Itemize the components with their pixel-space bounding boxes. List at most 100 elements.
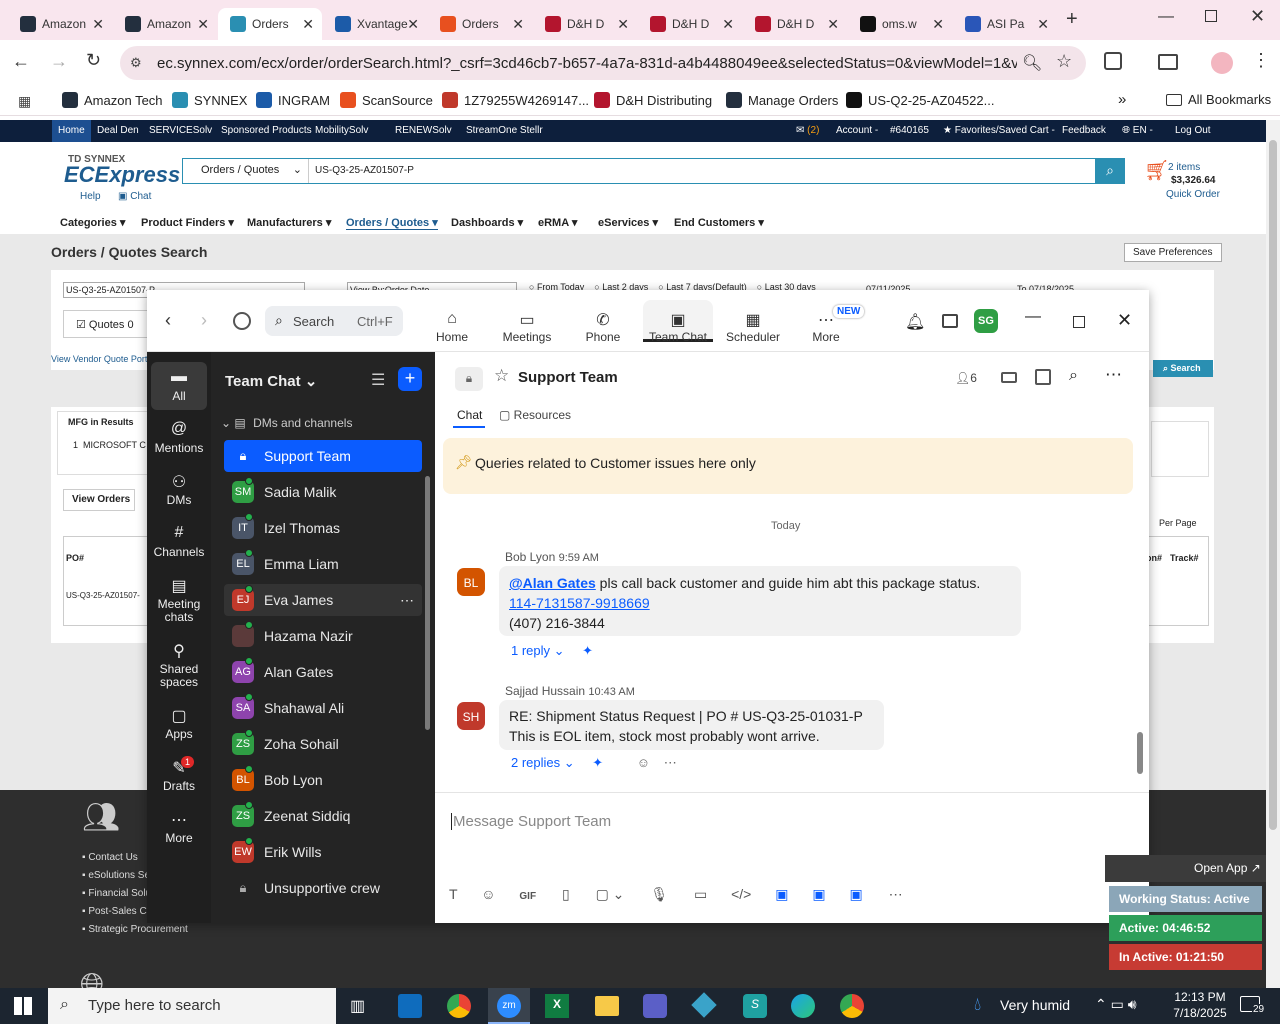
- top-nav-link[interactable]: MobilitySolv: [315, 125, 368, 136]
- chat-scrollbar[interactable]: [1137, 732, 1143, 774]
- nav-tab-phone[interactable]: ✆ Phone: [568, 310, 638, 344]
- category-nav-item[interactable]: End Customers ▾: [674, 216, 764, 229]
- emoji-react-icon[interactable]: ☺: [637, 755, 650, 770]
- bookmark-link[interactable]: SYNNEX: [172, 92, 247, 108]
- browser-menu-icon[interactable]: ⋮: [1252, 50, 1270, 71]
- nav-tab-home[interactable]: ⌂ Home: [417, 310, 487, 344]
- bookmark-link[interactable]: US-Q2-25-AZ04522...: [846, 92, 994, 108]
- mfg-item[interactable]: 1 MICROSOFT C: [73, 440, 146, 450]
- browser-tab[interactable]: D&H D ✕: [743, 8, 847, 40]
- search-orders-button[interactable]: ⌕ Search: [1153, 360, 1213, 377]
- history-icon[interactable]: [233, 312, 251, 330]
- tab-close-icon[interactable]: ✕: [722, 16, 734, 33]
- bookmark-link[interactable]: Amazon Tech: [62, 92, 163, 108]
- top-nav-link[interactable]: RENEWSolv: [395, 125, 452, 136]
- sidebar-item-meeting-chats[interactable]: ▤ Meeting chats: [147, 570, 211, 632]
- task-view-icon[interactable]: ▥: [350, 996, 365, 1016]
- sidepanel-icon[interactable]: [1158, 54, 1178, 70]
- browser-tab[interactable]: ASI Pa ✕: [953, 8, 1057, 40]
- more-options-icon[interactable]: ⋯: [1105, 365, 1122, 385]
- sidebar-item-all[interactable]: ▬ All: [151, 362, 207, 410]
- extensions-icon[interactable]: [1104, 52, 1122, 70]
- help-link[interactable]: Help: [80, 191, 101, 202]
- ecexpress-logo[interactable]: ECExpress: [64, 162, 180, 188]
- tab-close-icon[interactable]: ✕: [407, 16, 419, 33]
- bookmark-link[interactable]: INGRAM: [256, 92, 330, 108]
- top-nav-link[interactable]: Sponsored Products: [221, 125, 312, 136]
- app-s-icon[interactable]: S: [743, 994, 767, 1018]
- maximize-icon[interactable]: [1073, 316, 1085, 328]
- nav-tab-meetings[interactable]: ▭ Meetings: [492, 310, 562, 344]
- browser-tab[interactable]: D&H D ✕: [638, 8, 742, 40]
- more-bookmarks-icon[interactable]: »: [1118, 91, 1126, 108]
- minimize-icon[interactable]: —: [1025, 308, 1041, 326]
- open-app-button[interactable]: Open App ↗: [1105, 855, 1266, 882]
- favorite-star-icon[interactable]: ☆: [494, 366, 509, 386]
- message-bubble[interactable]: @Alan Gates pls call back customer and g…: [499, 566, 1021, 636]
- text-format-icon[interactable]: T: [449, 886, 457, 902]
- tab-close-icon[interactable]: ✕: [197, 16, 209, 33]
- edge-icon[interactable]: [791, 994, 815, 1018]
- chat-list-item[interactable]: BL Bob Lyon: [224, 764, 422, 796]
- category-nav-item[interactable]: eRMA ▾: [538, 216, 577, 229]
- bell-icon[interactable]: 🔔︎: [905, 312, 925, 332]
- members-count[interactable]: 👤︎6: [955, 371, 977, 385]
- cart-items[interactable]: 2 items: [1168, 162, 1200, 173]
- minimize-window-button[interactable]: —: [1158, 8, 1174, 26]
- forward-icon[interactable]: →: [50, 51, 68, 72]
- weather-text[interactable]: Very humid: [1000, 997, 1070, 1013]
- view-orders-tab[interactable]: View Orders: [63, 489, 135, 511]
- clock-time[interactable]: 12:13 PM: [1174, 990, 1226, 1004]
- chat-link[interactable]: ▣ Chat: [118, 191, 151, 202]
- top-nav-link[interactable]: StreamOne Stellr: [466, 125, 543, 136]
- mention[interactable]: @Alan Gates: [509, 575, 596, 591]
- new-tab-button[interactable]: +: [1066, 8, 1078, 31]
- category-nav-item[interactable]: eServices ▾: [598, 216, 658, 229]
- clock-date[interactable]: 7/18/2025: [1168, 1006, 1232, 1020]
- back-arrow-icon[interactable]: ‹: [165, 310, 171, 331]
- nav-tab-scheduler[interactable]: ▦ Scheduler: [718, 310, 788, 344]
- app-diamond-icon[interactable]: [691, 992, 717, 1018]
- zoom-icon[interactable]: 🔍︎: [1022, 53, 1042, 73]
- video-clip-icon[interactable]: ▭: [694, 886, 707, 902]
- outlook-icon[interactable]: [398, 994, 422, 1018]
- chat-list-item[interactable]: 🔒︎ Unsupportive crew: [224, 872, 422, 904]
- chat-list-item[interactable]: AG Alan Gates: [224, 656, 422, 688]
- browser-tab[interactable]: Xvantage ✕: [323, 8, 427, 40]
- file-explorer-icon[interactable]: [595, 996, 619, 1016]
- site-search-input[interactable]: US-Q3-25-AZ01507-P: [315, 165, 414, 176]
- sidebar-item-mentions[interactable]: @ Mentions: [147, 414, 211, 462]
- new-chat-button[interactable]: +: [398, 367, 422, 391]
- sidebar-item-dms[interactable]: ⚇ DMs: [147, 466, 211, 514]
- browser-tab[interactable]: D&H D ✕: [533, 8, 637, 40]
- sidebar-item-drafts[interactable]: ✎ Drafts 1: [147, 752, 211, 800]
- sidebar-item-more[interactable]: ⋯ More: [147, 804, 211, 852]
- top-nav-link[interactable]: SERVICESolv: [149, 125, 212, 136]
- code-icon[interactable]: </>: [731, 886, 751, 902]
- apps-grid-icon[interactable]: ▦: [18, 93, 31, 110]
- chrome-icon[interactable]: [447, 994, 471, 1018]
- message-input[interactable]: Message Support Team: [451, 813, 611, 830]
- chat-list-item[interactable]: ZS Zoha Sohail: [224, 728, 422, 760]
- browser-tab[interactable]: Orders ✕: [428, 8, 532, 40]
- chat-list-item[interactable]: EL Emma Liam: [224, 548, 422, 580]
- restore-window-button[interactable]: [1205, 10, 1217, 22]
- category-nav-item[interactable]: Manufacturers ▾: [247, 216, 331, 229]
- home-tab[interactable]: Home: [52, 120, 91, 142]
- category-nav-item[interactable]: Dashboards ▾: [451, 216, 523, 229]
- nav-tab-team-chat[interactable]: ▣ Team Chat: [643, 300, 713, 344]
- forward-arrow-icon[interactable]: ›: [201, 310, 207, 331]
- taskbar-search-box[interactable]: ⌕ Type here to search: [48, 988, 336, 1024]
- tab-close-icon[interactable]: ✕: [932, 16, 944, 33]
- chat-list-item[interactable]: ZS Zeenat Siddiq: [224, 800, 422, 832]
- scrollbar-thumb[interactable]: [1269, 140, 1277, 830]
- team-chat-title[interactable]: Team Chat ⌄: [225, 372, 317, 390]
- app-icon[interactable]: ▣: [850, 886, 863, 902]
- chrome-icon[interactable]: [840, 994, 864, 1018]
- section-header[interactable]: ⌄ ▤ DMs and channels: [221, 416, 352, 430]
- category-nav-item[interactable]: Orders / Quotes ▾: [346, 216, 438, 230]
- browser-tab[interactable]: Amazon ✕: [8, 8, 112, 40]
- bookmark-link[interactable]: 1Z79255W4269147...: [442, 92, 589, 108]
- chat-list-item[interactable]: SM Sadia Malik: [224, 476, 422, 508]
- more-options-icon[interactable]: ⋯: [400, 592, 414, 609]
